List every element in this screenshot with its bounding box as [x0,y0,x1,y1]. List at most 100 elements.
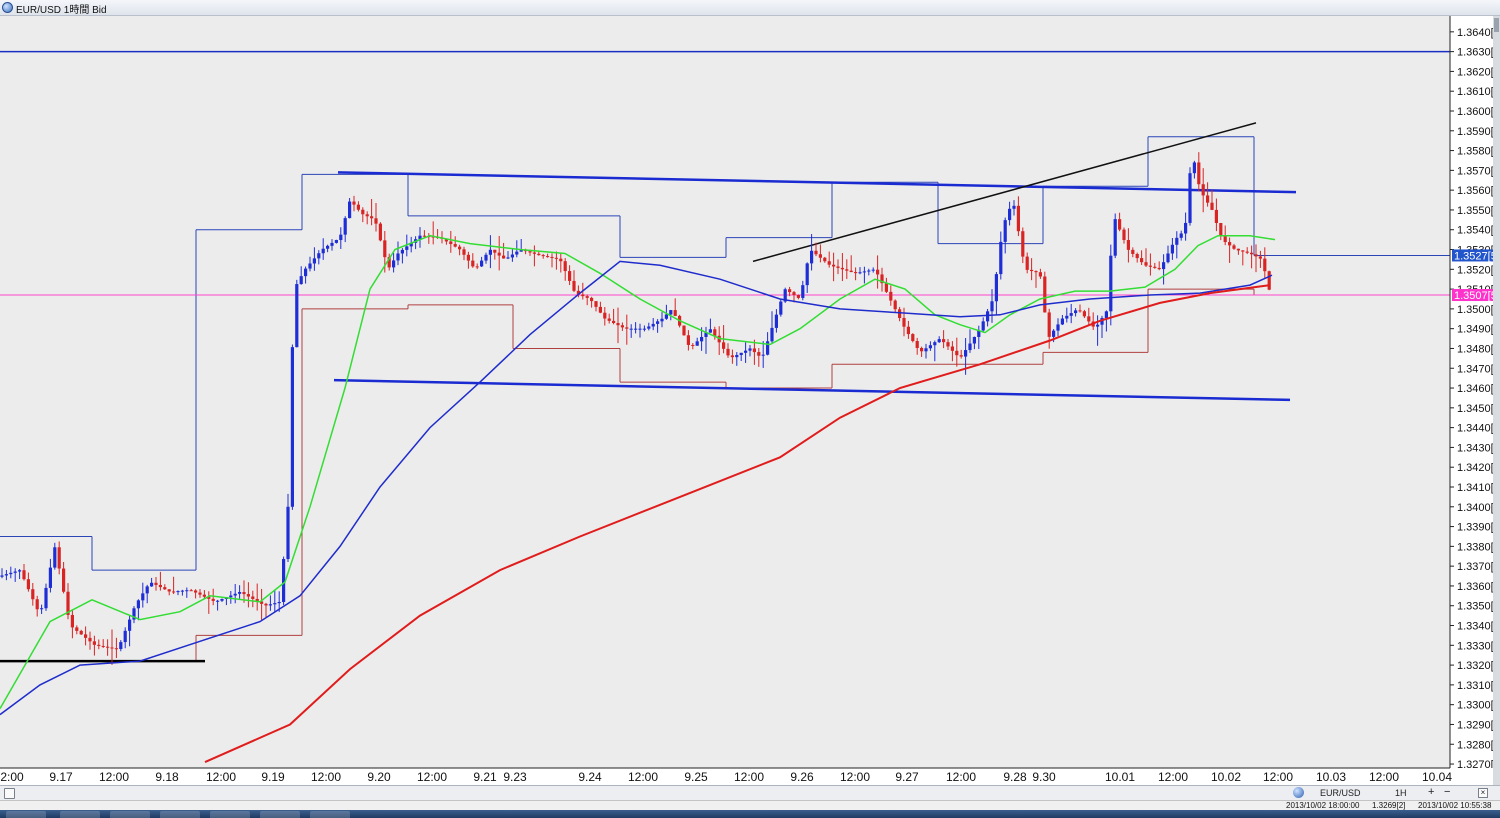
candle-body [810,250,814,264]
taskbar-item[interactable] [110,811,150,818]
time-tick-label: 9.17 [49,770,73,784]
candle-body [902,317,906,327]
candle-body [9,572,13,575]
candle-body [422,235,426,237]
taskbar-item[interactable] [210,811,250,818]
candle-body [378,223,382,241]
candle-body [594,301,598,307]
candle-body [383,240,387,258]
time-tick-label: 12:00 [311,770,341,784]
candle-body [884,283,888,292]
start-button[interactable] [6,811,46,818]
taskbar-item[interactable] [160,811,200,818]
candle-body [832,264,836,267]
candle-body [972,336,976,344]
candle-body [616,323,620,326]
price-chart[interactable]: 1.3640[01.3630[01.3620[01.3610[01.3600[0… [0,16,1500,785]
candle-body [277,601,281,604]
candle-body [1267,271,1271,290]
candle-body [906,326,910,335]
candle-body [1166,253,1170,263]
candle-body [1144,262,1148,266]
candle-body [1074,310,1078,314]
candle-body [1003,220,1007,242]
time-tick-label: 12:00 [99,770,129,784]
candle-body [1069,313,1073,316]
candle-body [488,249,492,255]
candle-body [136,600,140,609]
candle-body [686,335,690,345]
taskbar-item[interactable] [60,811,100,818]
candle-body [964,350,968,357]
candle-body [779,301,783,315]
candle-body [818,254,822,258]
os-taskbar [0,810,1500,818]
candle-body [308,263,312,269]
time-tick-label: 12:00 [1369,770,1399,784]
candle-body [1104,311,1108,319]
chart-area[interactable]: 1.3640[0 1.3630[0 1.3620[0 1.3610[0 1.3600[0… [0,16,1500,785]
candle-body [48,567,52,588]
candle-body [497,252,501,256]
candle-body [22,570,26,580]
candle-body [330,242,334,246]
candle-body [1030,269,1034,272]
time-tick-label: 9.25 [684,770,708,784]
globe-icon[interactable] [1293,787,1304,798]
symbol-selector[interactable]: EUR/USD [1320,788,1361,798]
candle-body [198,592,202,595]
candle-body [484,254,488,261]
candle-body [1232,245,1236,249]
candle-body [510,254,514,258]
candle-body [480,260,484,267]
candle-body [528,251,532,253]
candle-body [634,328,638,330]
candle-body [290,347,294,507]
candle-body [326,245,330,249]
time-tick-label: 12:00 [1158,770,1188,784]
zoom-out-button[interactable]: − [1444,786,1450,798]
time-tick-label: 9.30 [1032,770,1056,784]
candle-body [1038,272,1042,277]
candle-body [26,579,30,590]
candle-body [959,355,963,357]
candle [295,279,299,348]
candle-body [968,343,972,351]
candle-body [876,269,880,275]
time-tick-label: 9.24 [578,770,602,784]
candle-body [458,246,462,250]
taskbar-item[interactable] [260,811,300,818]
close-chart-button[interactable]: × [1478,788,1488,798]
candle-body [893,300,897,310]
candle-body [286,506,290,560]
candle-body [990,301,994,312]
candle-body [1012,205,1016,209]
candle-body [1223,236,1227,243]
time-tick-label: 12:00 [1263,770,1293,784]
candle-body [53,547,57,568]
candle [1188,167,1192,226]
candle-body [845,269,849,271]
candle-body [682,325,686,336]
candle-body [106,646,110,648]
candle-body [128,619,132,631]
candle-body [638,328,642,330]
candle-body [150,582,154,587]
scrollbar-thumb[interactable] [1494,18,1499,32]
taskbar-item[interactable] [310,811,350,818]
menu-button[interactable] [4,788,15,799]
candle-body [651,323,655,327]
candle-body [502,255,506,259]
candle-body [955,350,959,356]
candle-body [1016,205,1020,232]
candle-body [348,201,352,219]
zoom-in-button[interactable]: + [1428,786,1434,798]
time-tick-label: 12:00 [946,770,976,784]
candle-body [396,253,400,261]
candle-body [598,306,602,313]
candle-body [858,272,862,274]
candle-body [475,266,479,268]
candle-body [1201,184,1205,196]
timeframe-selector[interactable]: 1H [1395,788,1407,798]
window-title: EUR/USD 1時間 Bid [16,5,107,16]
